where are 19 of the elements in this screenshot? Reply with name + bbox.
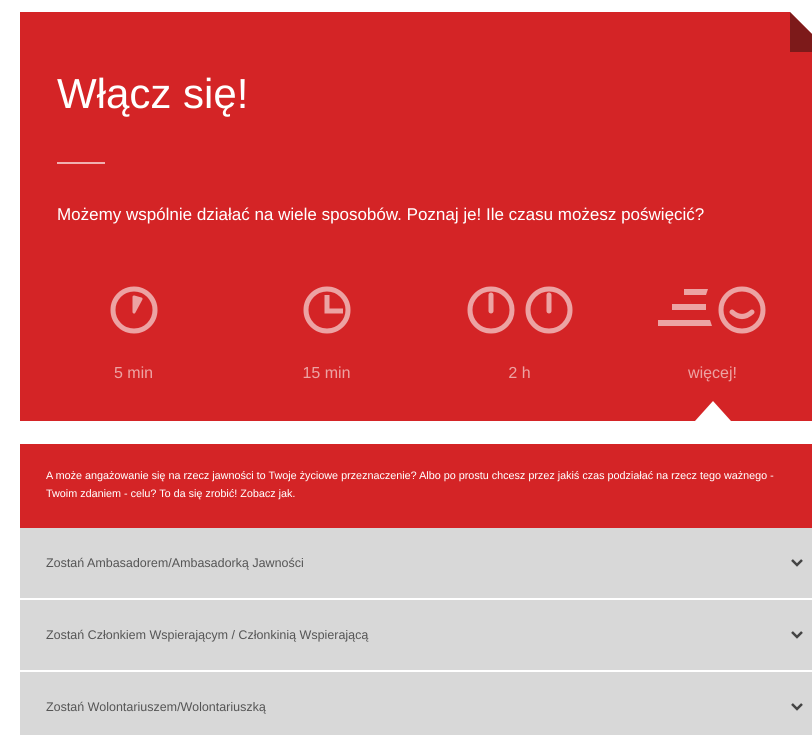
clocks-icon (466, 285, 574, 335)
accordion-item[interactable]: Zostań Wolontariuszem/Wolontariuszką (20, 672, 812, 735)
page-title: Włącz się! (57, 70, 248, 118)
accordion-item[interactable]: Zostań Ambasadorem/Ambasadorką Jawności (20, 528, 812, 598)
chevron-down-icon (790, 558, 804, 568)
time-option[interactable]: 2 h (423, 285, 616, 421)
accordion-item[interactable]: Zostań Członkiem Wspierającym / Członkinią Wspierającą (20, 600, 812, 670)
info-text: A może angażowanie się na rzecz jawności to Twoje życiowe przeznaczenie? Albo po prostu chcesz przez jakiś czas podziałać na rzecz tego ważnego - Twoim zdaniem - celu? To da się zrobić! Zobacz jak. (46, 469, 775, 502)
time-option[interactable]: więcej! (616, 285, 809, 421)
clock-icon (302, 285, 352, 335)
timer-icon (108, 285, 158, 335)
time-option[interactable]: 15 min (230, 285, 423, 421)
intro-text: Możemy wspólnie działać na wiele sposobów. Poznaj je! Ile czasu możesz poświęcić? (57, 204, 704, 226)
folded-corner (790, 12, 812, 52)
speeding-smiley-icon (658, 285, 768, 335)
time-option[interactable]: 5 min (37, 285, 230, 421)
chevron-down-icon (790, 702, 804, 712)
chevron-down-icon (790, 630, 804, 640)
selection-pointer (694, 401, 730, 421)
